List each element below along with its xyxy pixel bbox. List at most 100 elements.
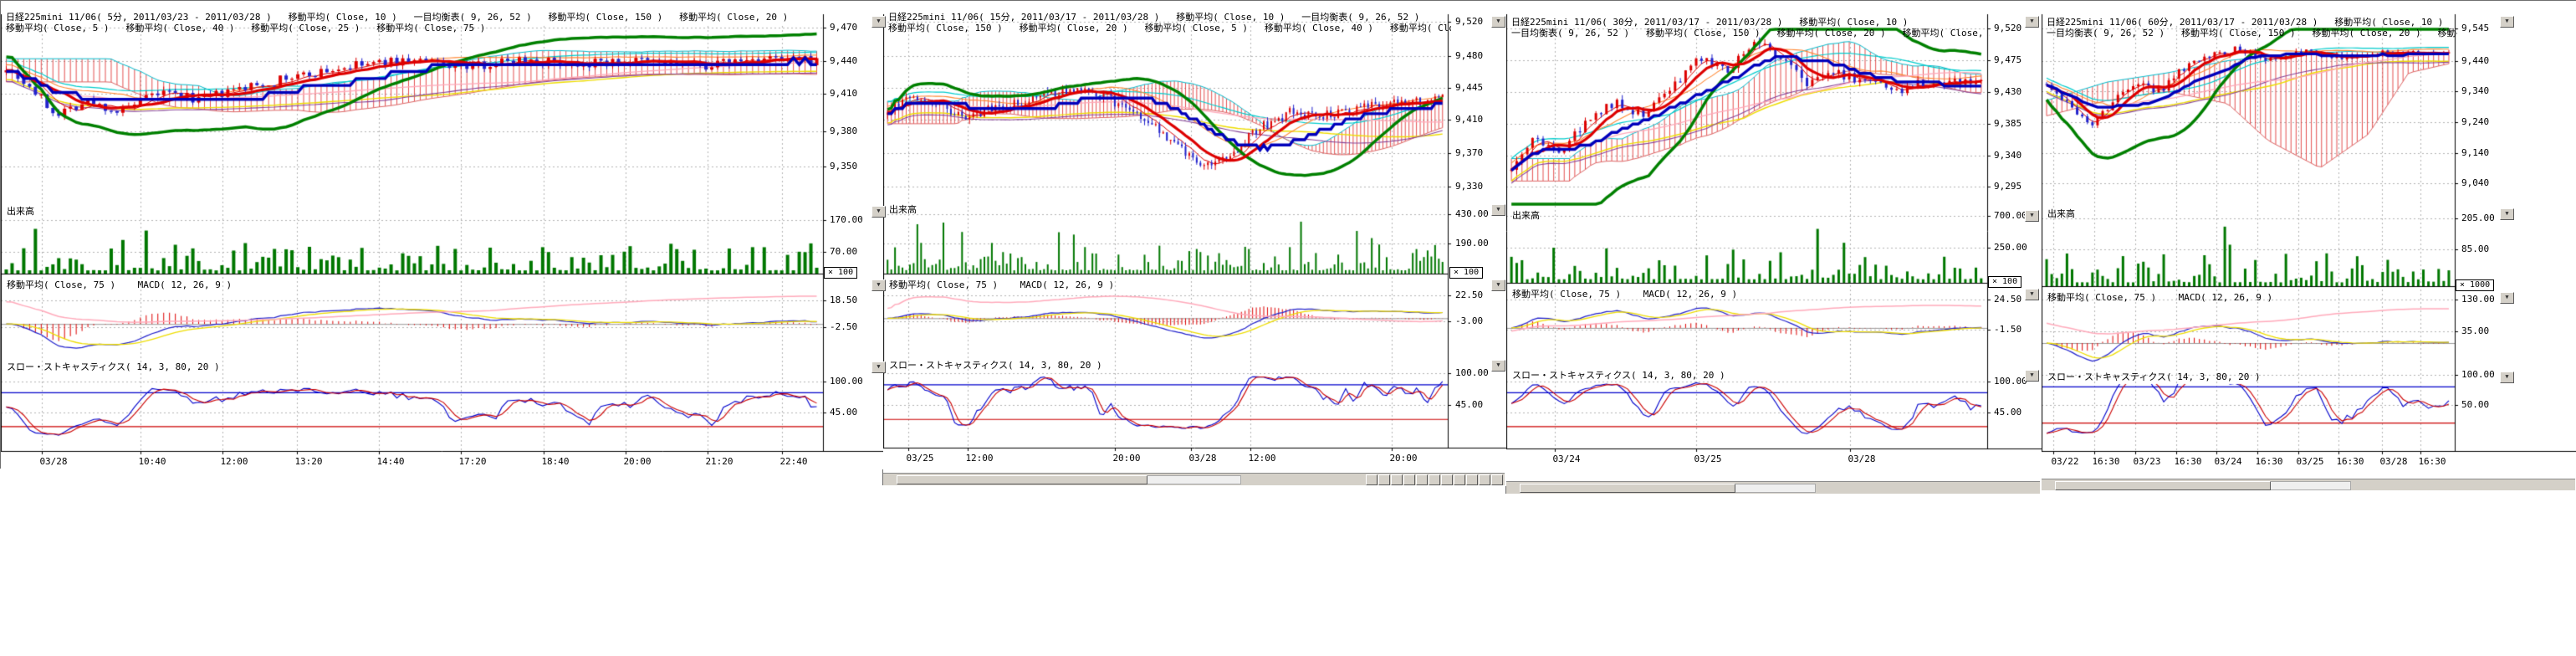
chart-indicator-legend: 一目均衡表( 9, 26, 52 ) 移動平均( Close, 150 ) 移動… xyxy=(2047,28,2457,38)
macd-axis-label: -2.50 xyxy=(830,322,857,332)
volume-multiplier-badge: × 100 xyxy=(1988,276,2021,288)
scrollbar-thumb[interactable] xyxy=(2055,481,2271,490)
section-collapse-button[interactable]: ▼ xyxy=(871,279,886,291)
volume-multiplier-badge: × 100 xyxy=(1449,267,1483,279)
chart-indicator-legend: 移動平均( Close, 150 ) 移動平均( Close, 20 ) 移動平… xyxy=(888,23,1451,33)
price-axis-label: 9,040 xyxy=(2461,178,2489,188)
time-axis-label: 22:40 xyxy=(779,457,807,467)
macd-axis-label: 24.50 xyxy=(1994,295,2021,305)
mini-tool-button[interactable] xyxy=(1491,474,1503,485)
section-collapse-button[interactable]: ▼ xyxy=(871,361,886,373)
time-axis-label: 16:30 xyxy=(2174,457,2201,467)
horizontal-scrollbar[interactable] xyxy=(1506,481,2040,494)
chart-window-60min-chart: ▼先物▼日経225mini▼11/06▼足日週月分↑分60▲本数500▲ 日経2… xyxy=(2041,0,2576,490)
macd-axis-label: 18.50 xyxy=(830,295,857,305)
volume-section-label: 出来高 xyxy=(7,206,34,217)
time-axis-label: 14:40 xyxy=(376,457,404,467)
section-collapse-button[interactable]: ▼ xyxy=(1491,360,1505,372)
stochastics-axis-label: 100.00 xyxy=(1994,377,2027,387)
volume-multiplier-badge: × 100 xyxy=(824,267,857,279)
horizontal-scrollbar[interactable] xyxy=(883,473,1505,485)
time-axis-label: 10:40 xyxy=(138,457,166,467)
section-collapse-button[interactable]: ▼ xyxy=(1491,204,1505,216)
section-collapse-button[interactable]: ▼ xyxy=(2500,208,2514,220)
mini-tool-button[interactable] xyxy=(1391,474,1403,485)
stochastics-section-label: スロー・ストキャスティクス( 14, 3, 80, 20 ) xyxy=(1512,370,1725,381)
section-collapse-button[interactable]: ▼ xyxy=(2025,16,2039,28)
macd-axis-label: -1.50 xyxy=(1994,325,2021,335)
section-collapse-button[interactable]: ▼ xyxy=(2500,16,2514,28)
price-axis-label: 9,440 xyxy=(830,56,857,66)
mini-tool-button[interactable] xyxy=(1479,474,1490,485)
mini-tool-button[interactable] xyxy=(1366,474,1377,485)
chart-title: 日経225mini 11/06( 30分, 2011/03/17 - 2011/… xyxy=(1511,17,1990,28)
section-collapse-button[interactable]: ▼ xyxy=(1491,16,1505,28)
section-collapse-button[interactable]: ▼ xyxy=(1491,279,1505,291)
price-axis-label: 9,340 xyxy=(2461,86,2489,96)
price-axis-label: 9,545 xyxy=(2461,23,2489,33)
scrollbar-buttons xyxy=(1366,474,1503,485)
stochastics-section-label: スロー・ストキャスティクス( 14, 3, 80, 20 ) xyxy=(2047,372,2261,382)
time-axis-label: 03/24 xyxy=(1552,454,1580,464)
volume-section-label: 出来高 xyxy=(2047,208,2075,219)
mini-tool-button[interactable] xyxy=(1416,474,1428,485)
time-axis-label: 03/25 xyxy=(1694,454,1721,464)
macd-axis-label: 22.50 xyxy=(1455,290,1483,300)
price-axis-label: 9,410 xyxy=(830,89,857,99)
scrollbar-thumb[interactable] xyxy=(897,475,1147,484)
volume-axis-label: 170.00 xyxy=(830,215,863,225)
time-axis-label: 12:00 xyxy=(965,454,993,464)
price-axis-label: 9,480 xyxy=(1455,51,1483,61)
stochastics-axis-label: 50.00 xyxy=(2461,400,2489,410)
chart-canvas[interactable] xyxy=(1506,1,2042,495)
time-axis-label: 03/28 xyxy=(1188,454,1216,464)
trading-app-workspace: ▼先物▼日経225mini▼11/06▼足日週月分↑分▲本数▲適用複数銘柄 日経… xyxy=(0,0,2576,656)
volume-axis-label: 190.00 xyxy=(1455,238,1489,249)
chart-window-5min-chart: ▼先物▼日経225mini▼11/06▼足日週月分↑分▲本数▲適用複数銘柄 日経… xyxy=(0,0,882,469)
section-collapse-button[interactable]: ▼ xyxy=(2025,370,2039,382)
section-collapse-button[interactable]: ▼ xyxy=(2025,210,2039,222)
macd-section-label: 移動平均( Close, 75 ) MACD( 12, 26, 9 ) xyxy=(1512,289,1737,300)
time-axis-label: 03/28 xyxy=(2379,457,2407,467)
stochastics-axis-label: 100.00 xyxy=(1455,368,1489,378)
horizontal-scrollbar[interactable] xyxy=(2042,479,2575,490)
volume-section-label: 出来高 xyxy=(1512,210,1540,221)
time-axis-label: 20:00 xyxy=(1389,454,1417,464)
section-collapse-button[interactable]: ▼ xyxy=(2500,372,2514,383)
macd-section-label: 移動平均( Close, 75 ) MACD( 12, 26, 9 ) xyxy=(7,279,232,290)
chart-canvas[interactable] xyxy=(1,1,883,469)
time-axis-label: 16:30 xyxy=(2255,457,2282,467)
time-axis-label: 17:20 xyxy=(458,457,486,467)
mini-tool-button[interactable] xyxy=(1466,474,1478,485)
time-axis-label: 16:30 xyxy=(2092,457,2119,467)
time-axis-label: 20:00 xyxy=(623,457,651,467)
mini-tool-button[interactable] xyxy=(1429,474,1440,485)
time-axis-label: 03/25 xyxy=(2296,457,2323,467)
section-collapse-button[interactable]: ▼ xyxy=(871,16,886,28)
macd-axis-label: 35.00 xyxy=(2461,326,2489,336)
section-collapse-button[interactable]: ▼ xyxy=(2025,289,2039,300)
section-collapse-button[interactable]: ▼ xyxy=(871,206,886,218)
mini-tool-button[interactable] xyxy=(1403,474,1415,485)
chart-window-15min-chart: ▼先物▼日経225mini▼11/06▼足日週月分↑分▲本数▲適用複数銘柄 日経… xyxy=(882,0,1505,485)
scrollbar-thumb[interactable] xyxy=(1520,484,1735,493)
macd-section-label: 移動平均( Close, 75 ) MACD( 12, 26, 9 ) xyxy=(889,279,1114,290)
mini-tool-button[interactable] xyxy=(1454,474,1465,485)
section-collapse-button[interactable]: ▼ xyxy=(2500,292,2514,304)
chart-canvas[interactable] xyxy=(2042,1,2576,491)
chart-canvas[interactable] xyxy=(883,1,1506,486)
time-axis-label: 03/22 xyxy=(2051,457,2078,467)
chart-indicator-legend: 一目均衡表( 9, 26, 52 ) 移動平均( Close, 150 ) 移動… xyxy=(1511,28,1990,38)
mini-tool-button[interactable] xyxy=(1378,474,1390,485)
price-axis-label: 9,445 xyxy=(1455,83,1483,93)
price-axis-label: 9,330 xyxy=(1455,182,1483,192)
price-axis-label: 9,475 xyxy=(1994,55,2021,65)
price-axis-label: 9,370 xyxy=(1455,148,1483,158)
time-axis-label: 03/25 xyxy=(906,454,933,464)
stochastics-axis-label: 45.00 xyxy=(1994,407,2021,418)
time-axis-label: 12:00 xyxy=(1248,454,1275,464)
price-axis-label: 9,140 xyxy=(2461,148,2489,158)
time-axis-label: 03/28 xyxy=(1848,454,1875,464)
mini-tool-button[interactable] xyxy=(1441,474,1453,485)
volume-axis-label: 430.00 xyxy=(1455,209,1489,219)
